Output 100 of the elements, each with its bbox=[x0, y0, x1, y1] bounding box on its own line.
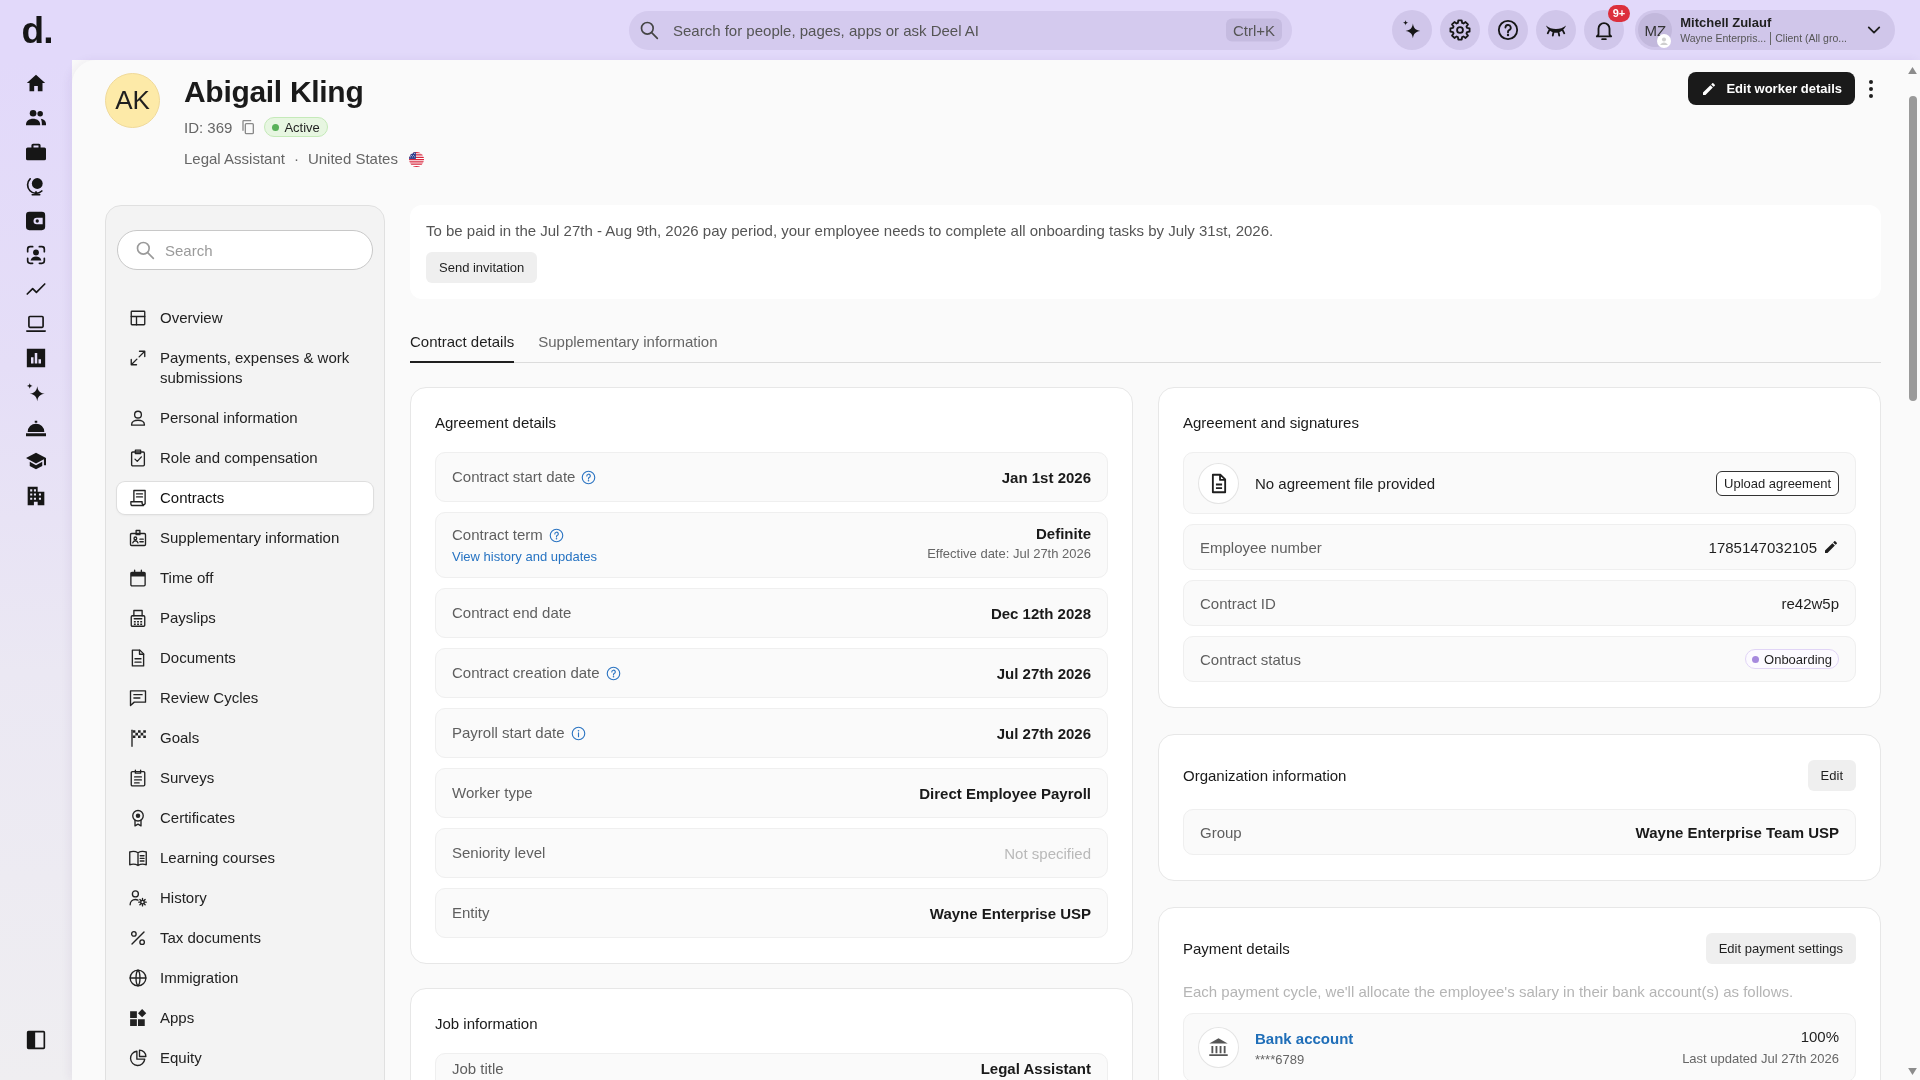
field-value: Wayne Enterprise USP bbox=[929, 904, 1091, 922]
globe-stand-icon[interactable] bbox=[26, 176, 46, 197]
worker-name: Abigail Kling bbox=[184, 74, 365, 110]
field-label: Contract creation date bbox=[452, 663, 600, 683]
field-label: Employee number bbox=[1200, 538, 1322, 556]
field-value: 1785147032105 bbox=[1708, 538, 1817, 556]
assistant-button[interactable] bbox=[1392, 10, 1433, 50]
pencil-icon bbox=[1701, 80, 1718, 97]
person-icon bbox=[129, 409, 147, 427]
search-field[interactable]: Search bbox=[117, 230, 373, 270]
pie-chart-icon bbox=[129, 1049, 147, 1067]
worker-id: ID: 369 bbox=[184, 118, 233, 136]
logo[interactable]: d. bbox=[21, 11, 53, 49]
nav-item[interactable]: Apps bbox=[117, 1002, 373, 1034]
nav-item[interactable]: Role and compensation bbox=[117, 442, 373, 474]
globe-icon bbox=[129, 969, 147, 987]
nav-item[interactable]: Goals bbox=[117, 722, 373, 754]
pencil-icon[interactable] bbox=[1823, 539, 1839, 555]
nav-item[interactable]: Certificates bbox=[117, 802, 373, 834]
separator: · bbox=[293, 149, 299, 169]
person-frame-icon[interactable] bbox=[26, 244, 46, 265]
company-name: Wayne Enterpris... bbox=[1680, 32, 1767, 45]
copy-icon[interactable] bbox=[240, 119, 257, 135]
clipboard-check-icon bbox=[129, 449, 147, 467]
info-icon[interactable] bbox=[570, 725, 586, 741]
search-icon bbox=[639, 20, 659, 40]
person-icon bbox=[1657, 34, 1672, 48]
nav-item[interactable]: Payments, expenses & work submissions bbox=[117, 342, 373, 394]
nav-item[interactable]: Overview bbox=[117, 302, 373, 334]
user-role: Client (All gro... bbox=[1770, 32, 1847, 45]
help-icon bbox=[1497, 19, 1520, 41]
field-label: Seniority level bbox=[452, 843, 546, 863]
send-invitation-button[interactable]: Send invitation bbox=[426, 252, 538, 283]
allocation-share: 100% bbox=[1800, 1027, 1839, 1047]
edit-button[interactable]: Edit bbox=[1807, 760, 1856, 791]
field-value: re42w5p bbox=[1781, 594, 1839, 612]
field-label: Job title bbox=[452, 1060, 504, 1077]
field-value: Jul 27th 2026 bbox=[996, 724, 1091, 742]
nav-item[interactable]: Payslips bbox=[117, 602, 373, 634]
help-icon[interactable] bbox=[548, 527, 564, 543]
nav-item[interactable]: Review Cycles bbox=[117, 682, 373, 714]
briefcase-icon[interactable] bbox=[26, 141, 46, 162]
wallet-icon[interactable] bbox=[26, 210, 46, 231]
bank-account-link[interactable]: Bank account bbox=[1255, 1029, 1667, 1049]
scroll-up-icon[interactable] bbox=[1908, 67, 1917, 74]
account-number: ****6789 bbox=[1255, 1052, 1306, 1068]
keyboard-shortcut: Ctrl+K bbox=[1225, 18, 1282, 42]
search-icon bbox=[135, 240, 155, 260]
open-book-icon bbox=[129, 849, 147, 867]
nav-item[interactable]: Documents bbox=[117, 642, 373, 674]
help-button[interactable] bbox=[1488, 10, 1529, 50]
nav-item[interactable]: Learning courses bbox=[117, 842, 373, 874]
tab[interactable]: Supplementary information bbox=[538, 325, 718, 363]
scrollbar-thumb[interactable] bbox=[1908, 96, 1917, 401]
field-label: Group bbox=[1200, 823, 1242, 841]
award-icon bbox=[129, 809, 147, 827]
history-link[interactable]: View history and updates bbox=[452, 549, 598, 565]
laptop-icon[interactable] bbox=[26, 313, 46, 334]
buildings-icon[interactable] bbox=[26, 485, 46, 506]
help-icon[interactable] bbox=[605, 665, 621, 681]
visibility-toggle-button[interactable] bbox=[1536, 10, 1577, 50]
flag-icon bbox=[408, 151, 424, 167]
people-icon[interactable] bbox=[26, 107, 46, 128]
edit-worker-details-button[interactable]: Edit worker details bbox=[1688, 72, 1855, 105]
nav-item[interactable]: Equity bbox=[117, 1042, 373, 1074]
nav-item[interactable]: Personal information bbox=[117, 402, 373, 434]
nav-item[interactable]: Tax documents bbox=[117, 922, 373, 954]
settings-button[interactable] bbox=[1440, 10, 1481, 50]
nav-item[interactable]: Immigration bbox=[117, 962, 373, 994]
upload-agreement-button[interactable]: Upload agreement bbox=[1716, 470, 1839, 496]
field-label: Worker type bbox=[452, 783, 533, 803]
graduation-cap-icon[interactable] bbox=[26, 451, 46, 472]
diagonal-arrows-icon bbox=[129, 349, 147, 367]
nav-item[interactable]: History bbox=[117, 882, 373, 914]
field-label: Contract start date bbox=[452, 467, 576, 487]
notice-text: To be paid in the Jul 27th - Aug 9th, 2026 pay period, your employee needs to complete all onboarding tasks by July 31st, 2026. bbox=[426, 221, 1274, 241]
bar-chart-icon[interactable] bbox=[26, 348, 46, 369]
user-name: Mitchell Zulauf bbox=[1680, 15, 1773, 30]
help-icon[interactable] bbox=[581, 469, 597, 485]
field-value: Jan 1st 2026 bbox=[1001, 468, 1091, 486]
nav-item[interactable]: Supplementary information bbox=[117, 522, 373, 554]
field-value: Definite bbox=[1036, 525, 1091, 542]
sidebar-toggle-icon[interactable] bbox=[26, 1030, 46, 1050]
person-gear-icon bbox=[129, 889, 147, 907]
notification-count: 9+ bbox=[1607, 5, 1631, 22]
description-text: Each payment cycle, we'll allocate the employee's salary in their bank account(s) as follows. bbox=[1183, 982, 1795, 1002]
sparkle-icon[interactable] bbox=[26, 382, 46, 403]
more-options-icon[interactable] bbox=[1869, 79, 1873, 98]
status-label: Onboarding bbox=[1764, 651, 1832, 667]
layout-icon bbox=[129, 309, 147, 327]
edit-payment-settings-button[interactable]: Edit payment settings bbox=[1705, 933, 1856, 964]
scroll-down-icon[interactable] bbox=[1908, 1068, 1917, 1075]
home-icon[interactable] bbox=[26, 73, 46, 93]
notifications-button[interactable] bbox=[1584, 10, 1625, 50]
nav-item[interactable]: Time off bbox=[117, 562, 373, 594]
nav-item[interactable]: Surveys bbox=[117, 762, 373, 794]
nav-item[interactable]: Contracts bbox=[117, 482, 373, 514]
card-title: Job information bbox=[435, 1014, 539, 1034]
document-icon bbox=[1198, 462, 1239, 504]
tab[interactable]: Contract details bbox=[410, 325, 515, 363]
